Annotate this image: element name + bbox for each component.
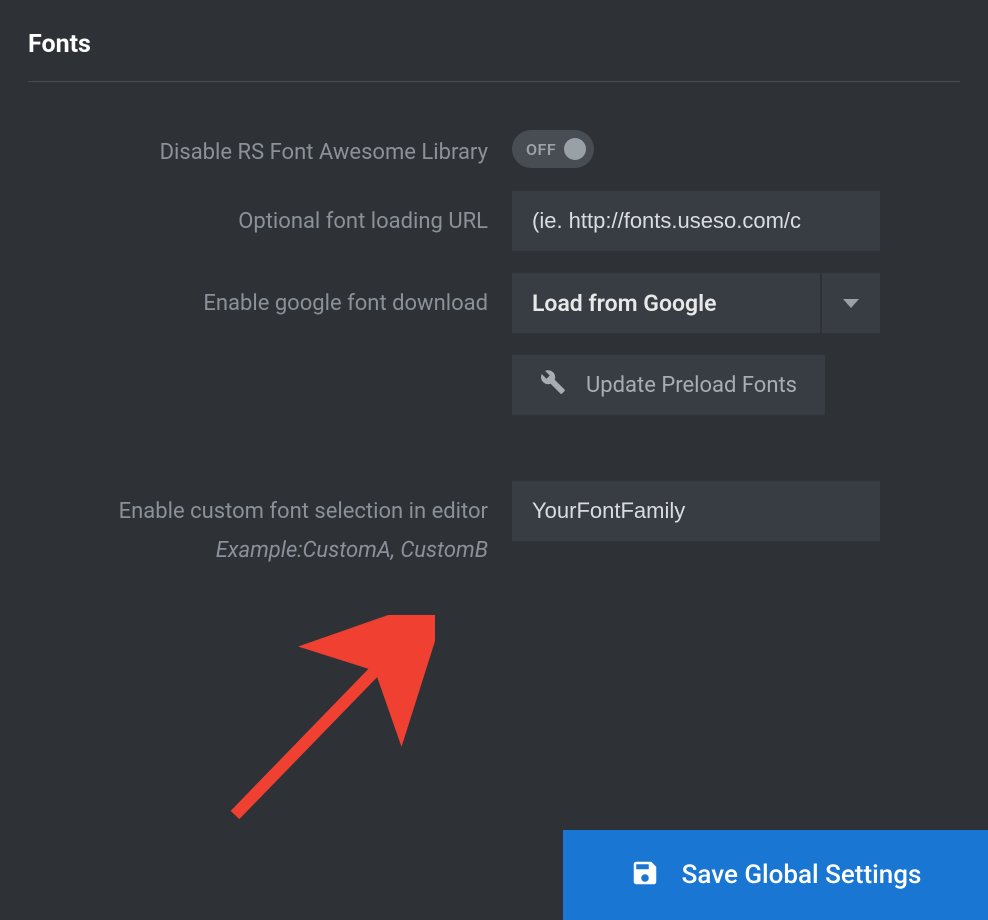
wrench-icon [540,369,566,401]
label-font-loading-url: Optional font loading URL [28,191,488,238]
chevron-down-icon [843,299,859,308]
toggle-state-label: OFF [526,140,556,159]
label-custom-font: Enable custom font selection in editor [28,495,488,528]
toggle-disable-font-awesome[interactable]: OFF [512,130,594,168]
update-preload-fonts-button[interactable]: Update Preload Fonts [512,355,825,415]
toggle-knob-icon [564,138,586,160]
section-title-fonts: Fonts [28,30,960,82]
select-caret-button[interactable] [822,273,880,333]
select-google-font-download[interactable]: Load from Google [512,273,880,333]
label-custom-font-example: Example:CustomA, CustomB [28,534,488,567]
update-preload-label: Update Preload Fonts [586,373,797,398]
label-disable-font-awesome: Disable RS Font Awesome Library [28,130,488,169]
save-global-settings-button[interactable]: Save Global Settings [563,830,988,920]
font-loading-url-input[interactable] [512,191,880,251]
custom-font-input[interactable] [512,481,880,541]
select-value-label: Load from Google [512,273,820,333]
annotation-arrow-icon [205,615,435,839]
label-google-font-download: Enable google font download [28,273,488,320]
save-icon [630,858,660,892]
save-button-label: Save Global Settings [682,860,922,890]
